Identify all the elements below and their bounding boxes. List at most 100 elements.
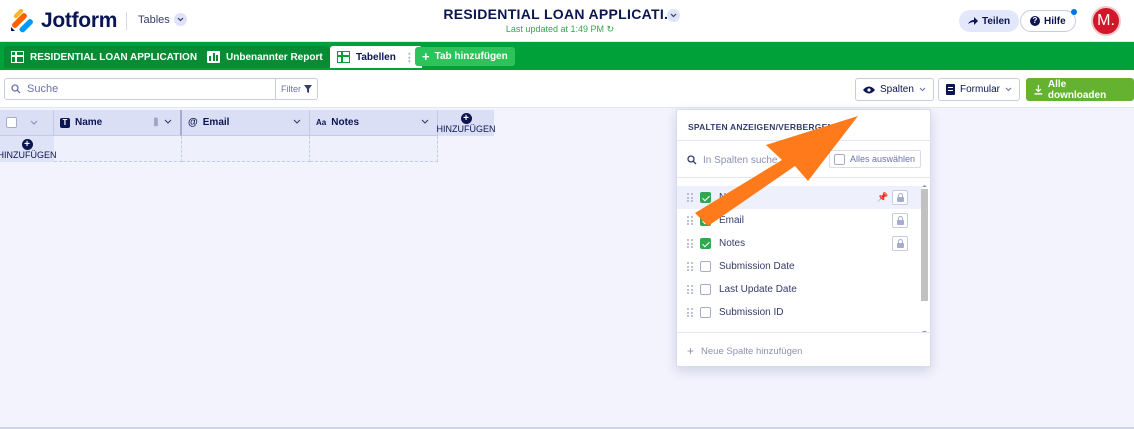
filter-button[interactable]: Filter [275, 79, 317, 99]
select-all-checkbox [834, 153, 845, 165]
columns-panel-heading: SPALTEN ANZEIGEN/VERBERGEN [688, 122, 834, 132]
lock-button[interactable] [892, 236, 908, 251]
help-button[interactable]: ? Hilfe [1020, 9, 1077, 32]
grid-icon [11, 51, 24, 63]
lock-icon [896, 215, 904, 225]
notification-dot [1070, 9, 1077, 15]
user-avatar[interactable]: M. [1091, 6, 1121, 36]
column-visible-checkbox[interactable] [700, 261, 711, 272]
logo-text: Jotform [41, 9, 118, 32]
form-icon [946, 84, 955, 95]
column-header-email[interactable]: @ Email [182, 110, 310, 136]
table-header-row: T Name ⫼ @ Email Aa Notes [0, 110, 438, 136]
top-header: Jotform Tables RESIDENTIAL LOAN APPLICAT… [0, 0, 1134, 42]
search-input[interactable]: Suche Filter [4, 78, 318, 100]
tab-unbenannter-report[interactable]: Unbenannter Report [200, 46, 330, 68]
jotform-logo-icon [11, 9, 33, 33]
plus-icon: + [422, 49, 430, 64]
list-item[interactable]: Na 📌 [677, 186, 922, 209]
column-visible-checkbox[interactable] [700, 284, 711, 295]
title-dropdown-chevron-icon[interactable] [667, 9, 680, 22]
chevron-down-icon [173, 13, 187, 26]
add-tab-button[interactable]: + Tab hinzufügen [415, 47, 515, 66]
form-title-block: RESIDENTIAL LOAN APPLICATI... Last updat… [440, 6, 680, 35]
columns-dropdown-panel: SPALTEN ANZEIGEN/VERBERGEN In Spalten su… [676, 109, 932, 367]
scrollbar-thumb[interactable] [921, 189, 928, 301]
search-icon [11, 84, 21, 94]
tab-bar: RESIDENTIAL LOAN APPLICATION Unbenannter… [0, 42, 1134, 70]
refresh-icon: ↻ [606, 24, 615, 34]
drag-handle-icon[interactable] [687, 285, 693, 294]
download-icon [1034, 84, 1043, 95]
column-search-input[interactable]: In Spalten suche [687, 153, 827, 167]
column-visible-checkbox[interactable] [700, 215, 711, 226]
scrollbar[interactable] [920, 184, 929, 333]
select-all-columns-button[interactable]: Alles auswählen [829, 150, 921, 168]
table-cell[interactable] [54, 136, 182, 162]
chevron-down-icon[interactable] [164, 119, 172, 124]
chevron-down-icon[interactable] [30, 120, 38, 125]
tab-tabellen[interactable]: Tabellen ⋮ [330, 46, 422, 68]
chevron-down-icon[interactable] [293, 119, 301, 124]
drag-handle-icon[interactable] [687, 239, 693, 248]
add-row-button[interactable]: + HINZUFÜGEN [0, 136, 57, 162]
column-visible-checkbox[interactable] [700, 238, 711, 249]
column-visible-checkbox[interactable] [700, 192, 711, 203]
drag-handle-icon[interactable] [687, 308, 693, 317]
list-item[interactable]: Notes [677, 232, 922, 255]
scroll-up-icon[interactable] [920, 184, 929, 188]
divider [677, 177, 932, 178]
tables-dropdown[interactable]: Tables [138, 13, 187, 26]
column-header-notes[interactable]: Aa Notes [310, 110, 438, 136]
drag-handle-icon[interactable] [687, 262, 693, 271]
lock-button[interactable] [892, 190, 908, 205]
drag-handle-icon[interactable] [687, 216, 693, 225]
chevron-down-icon [1005, 87, 1012, 92]
pin-icon[interactable]: ⫼ [154, 117, 158, 128]
table-cell[interactable] [310, 136, 438, 162]
column-header-name[interactable]: T Name ⫼ [54, 110, 182, 136]
last-updated-text: Last updated at 1:49 PM ↻ [505, 24, 615, 34]
lock-icon [896, 238, 904, 248]
download-all-button[interactable]: Alle downloaden [1026, 78, 1134, 101]
filter-icon [304, 85, 312, 93]
list-item[interactable]: Last Update Date [677, 278, 922, 301]
long-text-type-icon: Aa [316, 118, 327, 127]
grid-icon [337, 51, 350, 63]
report-icon [207, 51, 220, 63]
chevron-down-icon [919, 87, 926, 92]
add-new-column-button[interactable]: + Neue Spalte hinzufügen [687, 344, 802, 358]
add-column-button[interactable]: + HINZUFÜGEN [437, 110, 496, 136]
header-divider [126, 12, 127, 30]
search-icon [687, 155, 697, 165]
table-cell[interactable] [182, 136, 310, 162]
plus-icon: + [687, 344, 695, 358]
drag-handle-icon[interactable] [687, 193, 693, 202]
table-toolbar: Suche Filter Spalten Formular Alle downl… [0, 70, 1134, 108]
tab-residential-loan-application[interactable]: RESIDENTIAL LOAN APPLICATION [4, 46, 205, 68]
columns-button[interactable]: Spalten [855, 78, 934, 101]
list-item[interactable]: Submission Date [677, 255, 922, 278]
eye-icon [863, 86, 875, 93]
form-button[interactable]: Formular [938, 78, 1021, 101]
tab-more-icon[interactable]: ⋮ [404, 51, 415, 64]
help-icon: ? [1030, 16, 1040, 26]
lock-button[interactable] [892, 213, 908, 228]
list-item[interactable]: Submission ID [677, 301, 922, 324]
table-row [0, 136, 438, 162]
email-type-icon: @ [188, 117, 198, 128]
form-title[interactable]: RESIDENTIAL LOAN APPLICATI... [440, 6, 680, 22]
plus-circle-icon: + [460, 112, 472, 124]
divider [677, 140, 932, 141]
plus-circle-icon: + [21, 138, 33, 150]
search-placeholder: Suche [11, 83, 275, 95]
select-all-header [0, 110, 54, 136]
share-button[interactable]: Teilen [959, 10, 1020, 32]
jotform-logo[interactable]: Jotform [10, 9, 117, 33]
list-item[interactable]: Email [677, 209, 922, 232]
pin-icon[interactable]: 📌 [877, 192, 888, 203]
share-arrow-icon [968, 17, 978, 25]
column-visible-checkbox[interactable] [700, 307, 711, 318]
chevron-down-icon[interactable] [421, 119, 429, 124]
select-all-checkbox[interactable] [6, 117, 17, 128]
